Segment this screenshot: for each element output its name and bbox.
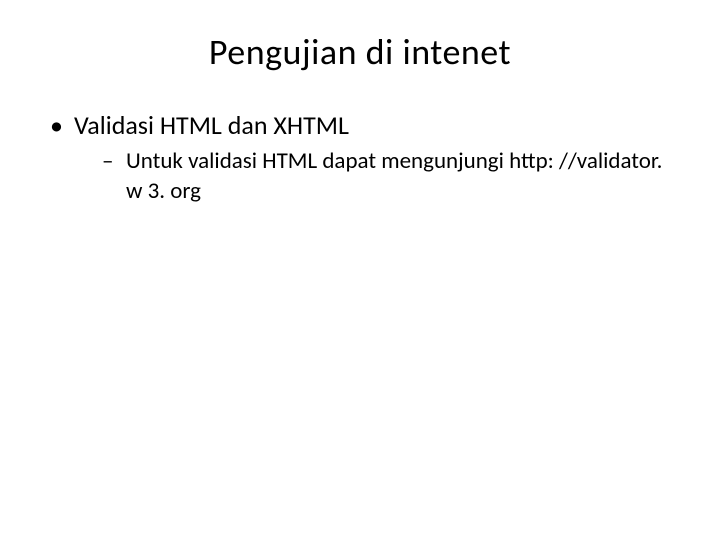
list-item: Validasi HTML dan XHTML Untuk validasi H…: [50, 109, 680, 207]
list-item: Untuk validasi HTML dapat mengunjungi ht…: [102, 147, 680, 207]
bullet-text: Validasi HTML dan XHTML: [74, 109, 349, 141]
sub-list: Untuk validasi HTML dapat mengunjungi ht…: [74, 147, 680, 207]
bullet-list: Validasi HTML dan XHTML Untuk validasi H…: [40, 109, 680, 207]
sub-bullet-text: Untuk validasi HTML dapat mengunjungi ht…: [126, 147, 662, 205]
slide-title: Pengujian di intenet: [40, 30, 680, 74]
